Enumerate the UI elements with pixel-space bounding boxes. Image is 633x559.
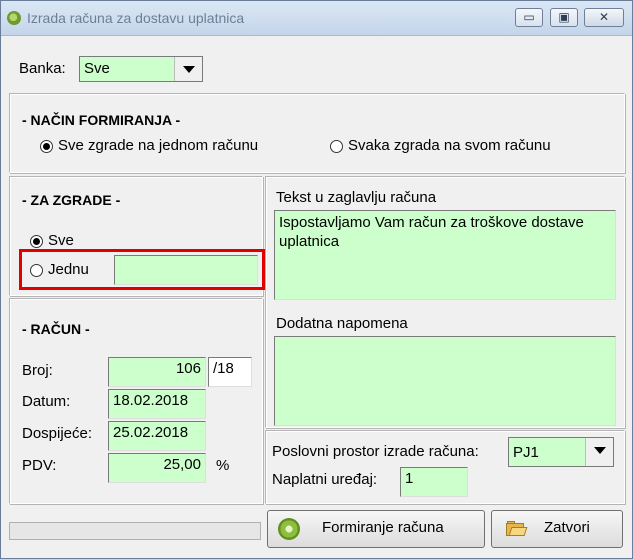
napomena-textarea[interactable] [274, 336, 616, 426]
racun-panel: - RAČUN - Broj: 106 /18 Datum: 18.02.201… [9, 298, 263, 504]
banka-label: Banka: [19, 60, 66, 77]
formiranje-label: Formiranje računa [322, 519, 444, 536]
poslovni-label: Poslovni prostor izrade računa: [272, 443, 479, 460]
zatvori-label: Zatvori [544, 519, 590, 536]
napomena-label: Dodatna napomena [276, 315, 408, 332]
racun-header: - RAČUN - [22, 321, 90, 337]
folder-icon [506, 521, 528, 536]
tekst-label: Tekst u zaglavlju računa [276, 189, 437, 206]
radio-svaka-zgrada-label: Svaka zgrada na svom računu [348, 137, 551, 154]
za-zgrade-header: - ZA ZGRADE - [22, 192, 121, 208]
gear-icon [278, 518, 300, 540]
nacin-panel: - NAČIN FORMIRANJA - Sve zgrade na jedno… [9, 93, 625, 173]
datum-label: Datum: [22, 393, 71, 410]
poslovni-select[interactable]: PJ1 [508, 437, 614, 467]
zatvori-button[interactable]: Zatvori [491, 510, 623, 548]
broj-label: Broj: [22, 362, 53, 379]
banka-value: Sve [84, 60, 110, 77]
radio-sve-zgrade-label: Sve zgrade na jednom računu [58, 137, 259, 154]
broj-input[interactable]: 106 [108, 357, 206, 387]
maximize-button[interactable]: ▣ [550, 8, 578, 27]
chevron-down-icon[interactable] [174, 57, 202, 81]
minimize-button[interactable]: ▭ [515, 8, 543, 27]
dospijece-input[interactable]: 25.02.2018 [108, 421, 206, 451]
chevron-down-icon[interactable] [585, 438, 613, 466]
pdv-unit: % [216, 457, 230, 474]
nacin-header: - NAČIN FORMIRANJA - [22, 112, 181, 128]
tekst-panel: Tekst u zaglavlju računa Ispostavljamo V… [265, 176, 625, 428]
window-title: Izrada računa za dostavu uplatnica [27, 10, 245, 26]
poslovni-panel: Poslovni prostor izrade računa: PJ1 Napl… [265, 430, 625, 504]
radio-sve-zgrade[interactable] [40, 140, 53, 153]
pdv-label: PDV: [22, 457, 57, 474]
banka-select[interactable]: Sve [79, 56, 203, 82]
dialog-body: Banka: Sve - NAČIN FORMIRANJA - Sve zgra… [5, 36, 628, 554]
dospijece-label: Dospijeće: [22, 425, 93, 442]
uredaj-input[interactable]: 1 [400, 467, 468, 497]
broj-suffix: /18 [208, 357, 252, 387]
pdv-input[interactable]: 25,00 [108, 453, 206, 483]
poslovni-value: PJ1 [513, 444, 539, 461]
radio-sve-label: Sve [48, 232, 74, 249]
title-bar: Izrada računa za dostavu uplatnica ▭ ▣ ✕ [1, 1, 632, 36]
radio-svaka-zgrada[interactable] [330, 140, 343, 153]
uredaj-label: Naplatni uređaj: [272, 471, 378, 488]
highlight-box [19, 249, 265, 290]
app-gear-icon [7, 11, 21, 25]
progress-bar [9, 522, 261, 540]
dialog-window: Izrada računa za dostavu uplatnica ▭ ▣ ✕… [0, 0, 633, 559]
formiranje-button[interactable]: Formiranje računa [267, 510, 485, 548]
datum-input[interactable]: 18.02.2018 [108, 389, 206, 419]
close-button[interactable]: ✕ [584, 8, 624, 27]
radio-sve[interactable] [30, 235, 43, 248]
tekst-textarea[interactable]: Ispostavljamo Vam račun za troškove dost… [274, 210, 616, 300]
